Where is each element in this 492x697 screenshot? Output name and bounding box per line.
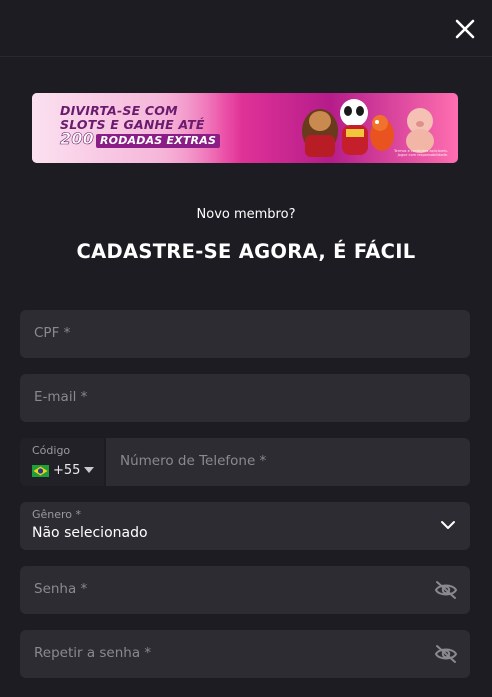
brazil-flag-icon xyxy=(32,464,49,477)
promo-banner[interactable]: DIVIRTA-SE COM SLOTS E GANHE ATÉ 200 RODA… xyxy=(32,93,458,163)
email-field[interactable]: E-mail * xyxy=(20,374,470,422)
country-code-value-row: +55 xyxy=(32,463,95,478)
country-code-value: +55 xyxy=(53,463,81,478)
gender-label: Gênero * xyxy=(32,508,82,521)
banner-number: 200 xyxy=(60,129,94,148)
banner-fine-print: Termos e condições aplicáveis. Jogue com… xyxy=(394,149,448,157)
password-placeholder: Senha * xyxy=(34,581,88,597)
country-code-label: Código xyxy=(32,444,71,457)
country-code-select[interactable]: Código +55 xyxy=(20,438,104,486)
gender-value: Não selecionado xyxy=(32,525,148,541)
password-field[interactable]: Senha * xyxy=(20,566,470,614)
gender-select[interactable]: Gênero * Não selecionado xyxy=(20,502,470,550)
cpf-field[interactable]: CPF * xyxy=(20,310,470,358)
cpf-placeholder: CPF * xyxy=(34,325,71,341)
banner-headline: DIVIRTA-SE COM SLOTS E GANHE ATÉ 200 RODA… xyxy=(60,103,221,148)
eye-off-icon[interactable] xyxy=(434,643,458,665)
page-title: CADASTRE-SE AGORA, É FÁCIL xyxy=(76,240,416,263)
banner-line-3: 200 RODADAS EXTRAS xyxy=(60,129,221,148)
email-placeholder: E-mail * xyxy=(34,389,88,405)
repeat-password-field[interactable]: Repetir a senha * xyxy=(20,630,470,678)
modal-header-bar xyxy=(0,0,492,57)
repeat-password-placeholder: Repetir a senha * xyxy=(34,645,152,661)
phone-placeholder: Número de Telefone * xyxy=(120,453,267,469)
eye-off-icon[interactable] xyxy=(434,579,458,601)
close-icon xyxy=(455,19,475,39)
chevron-down-icon xyxy=(441,521,455,529)
banner-line-1: DIVIRTA-SE COM xyxy=(60,103,178,118)
caret-down-icon xyxy=(84,467,95,473)
close-button[interactable] xyxy=(450,14,480,44)
page-subtitle: Novo membro? xyxy=(196,207,296,222)
registration-modal: DIVIRTA-SE COM SLOTS E GANHE ATÉ 200 RODA… xyxy=(0,0,492,697)
banner-extras-label: RODADAS EXTRAS xyxy=(96,134,221,148)
phone-field[interactable]: Número de Telefone * xyxy=(106,438,470,486)
